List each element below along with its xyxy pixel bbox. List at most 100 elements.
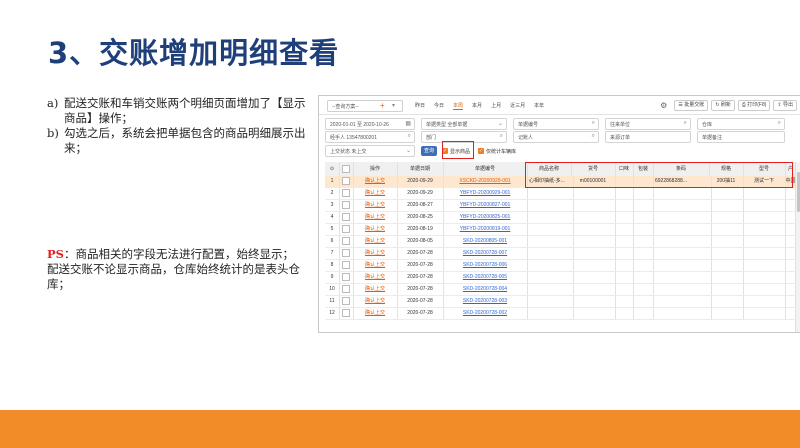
bill-code-link-text[interactable]: SKD-20200805-001 [463, 238, 507, 244]
row-checkbox-cell[interactable] [339, 176, 354, 187]
row-action-link[interactable]: 确认上交 [353, 308, 398, 319]
bill-code-link-text[interactable]: YBFYD-20200825-001 [460, 214, 511, 220]
bill-code-link[interactable]: SKD-20200728-007 [443, 248, 528, 259]
query-button[interactable]: 查询 [421, 146, 437, 156]
bill-code-link[interactable]: SKD-20200728-002 [443, 308, 528, 319]
bill-code-link-text[interactable]: SKD-20200728-005 [463, 274, 507, 280]
submit-status-select[interactable]: 上交状态 未上交 ⌄ [325, 145, 415, 157]
row-checkbox-cell[interactable] [339, 260, 354, 271]
row-checkbox[interactable] [342, 236, 350, 245]
bill-code-link[interactable]: YBFYD-20200825-001 [443, 212, 528, 223]
bill-no-field[interactable]: 单据编号 ⌕ [513, 118, 599, 130]
row-action-link[interactable]: 确认上交 [353, 176, 398, 187]
row-checkbox-cell[interactable] [339, 236, 354, 247]
bill-code-link-text[interactable]: SKD-20200728-006 [463, 262, 507, 268]
row-checkbox[interactable] [342, 188, 350, 197]
partner-field[interactable]: 往来单位 ⌕ [605, 118, 691, 130]
only-vehicle-stock-checkbox[interactable]: ✓ 仅统计车辆库 [478, 148, 516, 155]
bill-code-link[interactable]: SKD-20200728-005 [443, 272, 528, 283]
row-action-link-text[interactable]: 确认上交 [365, 250, 385, 256]
bill-code-link-text[interactable]: SKD-20200728-002 [463, 310, 507, 316]
row-checkbox-cell[interactable] [339, 188, 354, 199]
row-checkbox[interactable] [342, 296, 350, 305]
table-row[interactable]: 2 确认上交 2020-09-29 YBFYD-20200929-001 [325, 188, 800, 200]
row-action-link[interactable]: 确认上交 [353, 284, 398, 295]
batch-submit-button[interactable]: ☰ 批量交账 [674, 100, 709, 111]
search-icon[interactable]: ⌕ [500, 133, 503, 140]
chevron-down-icon[interactable]: ▾ [392, 102, 395, 109]
column-header[interactable]: 操作 [353, 162, 398, 176]
table-row[interactable]: 4 确认上交 2020-08-25 YBFYD-20200825-001 [325, 212, 800, 224]
date-tab[interactable]: 今日 [434, 102, 444, 110]
search-icon[interactable]: ⌕ [684, 120, 687, 127]
search-icon[interactable]: ⌕ [592, 133, 595, 140]
bill-code-link-text[interactable]: YBFYD-20200819-001 [460, 226, 511, 232]
table-row[interactable]: 12 确认上交 2020-07-28 SKD-20200728-002 [325, 308, 800, 320]
date-tab[interactable]: 上月 [491, 102, 501, 110]
table-row[interactable]: 8 确认上交 2020-07-28 SKD-20200728-006 [325, 260, 800, 272]
row-checkbox-cell[interactable] [339, 212, 354, 223]
date-tab-active[interactable]: 本周 [453, 102, 464, 110]
date-tab[interactable]: 昨日 [415, 102, 425, 110]
table-row[interactable]: 7 确认上交 2020-07-28 SKD-20200728-007 [325, 248, 800, 260]
row-checkbox[interactable] [342, 308, 350, 317]
row-action-link-text[interactable]: 确认上交 [365, 202, 385, 208]
row-action-link-text[interactable]: 确认上交 [365, 178, 385, 184]
bill-remark-field[interactable]: 单据备注 [697, 131, 785, 143]
warehouse-field[interactable]: 仓库 ⌕ [697, 118, 785, 130]
search-icon[interactable]: ⌕ [408, 133, 411, 140]
row-checkbox[interactable] [342, 176, 350, 185]
bill-code-link-text[interactable]: SKD-20200728-004 [463, 286, 507, 292]
row-action-link[interactable]: 确认上交 [353, 224, 398, 235]
print-button[interactable]: ⎙ 打印(F8) [737, 100, 771, 111]
gear-icon[interactable]: ⚙ [660, 101, 667, 110]
bill-code-link-text[interactable]: YBFYD-20200827-001 [460, 202, 511, 208]
row-checkbox[interactable] [342, 260, 350, 269]
source-order-field[interactable]: 来源订单 [605, 131, 691, 143]
date-range-field[interactable]: 2020-01-01 至 2020-10-26 ▦ [325, 118, 415, 130]
row-action-link-text[interactable]: 确认上交 [365, 238, 385, 244]
row-checkbox[interactable] [342, 284, 350, 293]
date-tab[interactable]: 本年 [534, 102, 544, 110]
bill-code-link[interactable]: SKD-20200805-001 [443, 236, 528, 247]
bill-code-link[interactable]: YBFYD-20200929-001 [443, 188, 528, 199]
column-header[interactable]: 单据日期 [397, 162, 444, 176]
export-button[interactable]: ⇪ 导出 [773, 100, 797, 111]
row-action-link[interactable]: 确认上交 [353, 272, 398, 283]
row-action-link-text[interactable]: 确认上交 [365, 262, 385, 268]
table-row[interactable]: 10 确认上交 2020-07-28 SKD-20200728-004 [325, 284, 800, 296]
grid-scrollbar[interactable] [795, 162, 800, 332]
row-action-link-text[interactable]: 确认上交 [365, 214, 385, 220]
column-header-checkbox[interactable] [339, 162, 354, 176]
row-action-link-text[interactable]: 确认上交 [365, 286, 385, 292]
row-action-link[interactable]: 确认上交 [353, 200, 398, 211]
row-checkbox-cell[interactable] [339, 296, 354, 307]
search-icon[interactable]: ⌕ [592, 120, 595, 127]
bill-code-link[interactable]: SKD-20200728-006 [443, 260, 528, 271]
query-scheme-select[interactable]: --查询方案-- + ▾ [327, 100, 403, 112]
calendar-icon[interactable]: ▦ [405, 120, 411, 127]
row-action-link-text[interactable]: 确认上交 [365, 226, 385, 232]
refresh-button[interactable]: ↻ 刷新 [711, 100, 735, 111]
bill-code-link-text[interactable]: YBFYD-20200929-001 [460, 190, 511, 196]
table-row[interactable]: 5 确认上交 2020-08-19 YBFYD-20200819-001 [325, 224, 800, 236]
row-checkbox-cell[interactable] [339, 284, 354, 295]
row-action-link[interactable]: 确认上交 [353, 260, 398, 271]
row-checkbox-cell[interactable] [339, 200, 354, 211]
row-checkbox[interactable] [342, 224, 350, 233]
table-row[interactable]: 6 确认上交 2020-08-05 SKD-20200805-001 [325, 236, 800, 248]
row-action-link-text[interactable]: 确认上交 [365, 190, 385, 196]
date-tab[interactable]: 本月 [472, 102, 482, 110]
row-checkbox-cell[interactable] [339, 272, 354, 283]
table-row[interactable]: 3 确认上交 2020-08-27 YBFYD-20200827-001 [325, 200, 800, 212]
bill-code-link[interactable]: YBFYD-20200819-001 [443, 224, 528, 235]
row-checkbox[interactable] [342, 200, 350, 209]
handler-field[interactable]: 经手人 13547800201 ⌕ [325, 131, 415, 143]
bill-code-link-text[interactable]: XSCKD-20200929-001 [459, 178, 510, 184]
row-checkbox-cell[interactable] [339, 224, 354, 235]
row-checkbox[interactable] [342, 248, 350, 257]
row-action-link[interactable]: 确认上交 [353, 296, 398, 307]
row-checkbox-cell[interactable] [339, 308, 354, 319]
bill-code-link-text[interactable]: SKD-20200728-007 [463, 250, 507, 256]
table-row[interactable]: 11 确认上交 2020-07-28 SKD-20200728-003 [325, 296, 800, 308]
